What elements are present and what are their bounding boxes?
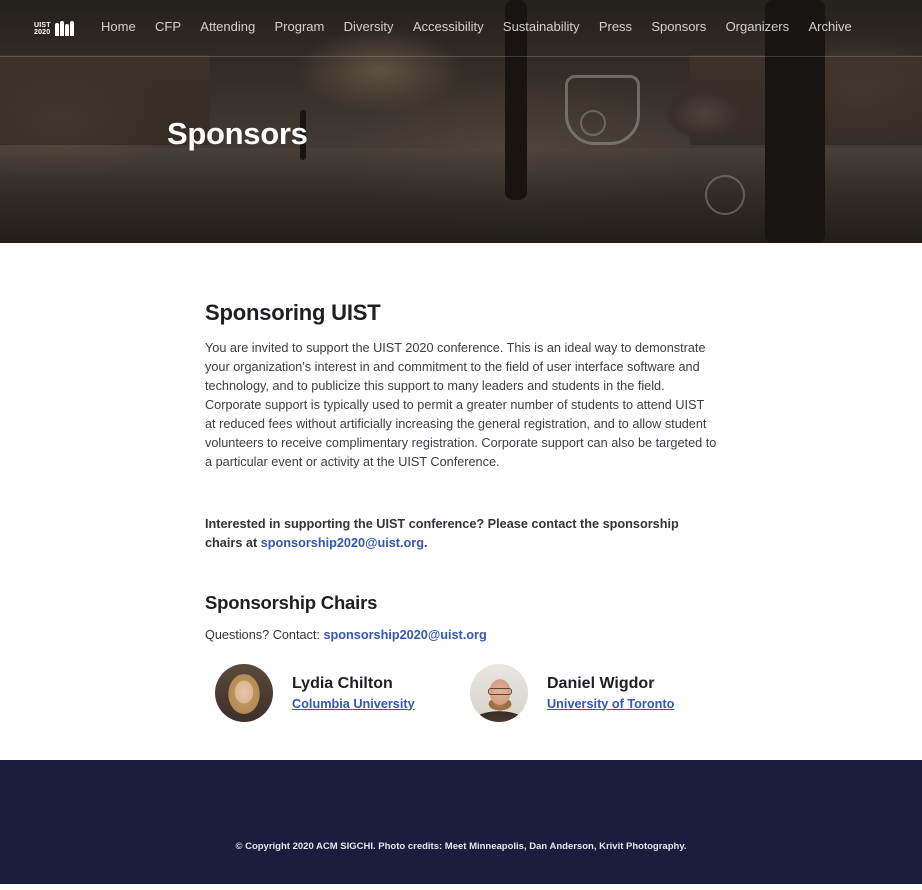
questions-email-link[interactable]: sponsorship2020@uist.org — [323, 628, 486, 642]
sponsoring-heading: Sponsoring UIST — [205, 300, 381, 325]
questions-label: Questions? Contact: — [205, 628, 324, 642]
nav-organizers[interactable]: Organizers — [726, 19, 790, 34]
nav-links: Home CFP Attending Program Diversity Acc… — [101, 19, 871, 34]
nav-press[interactable]: Press — [599, 19, 632, 34]
nav-sponsors[interactable]: Sponsors — [651, 19, 706, 34]
logo-line-1: UIST — [34, 22, 51, 29]
copyright-text: © Copyright 2020 ACM SIGCHI. Photo credi… — [235, 841, 687, 852]
chair-info: Lydia Chilton Columbia University — [292, 674, 415, 713]
nav-diversity[interactable]: Diversity — [344, 19, 394, 34]
nav-home[interactable]: Home — [101, 19, 136, 34]
nav-sustainability[interactable]: Sustainability — [503, 19, 580, 34]
uist-logo[interactable]: UIST 2020 — [34, 21, 74, 36]
sponsorship-contact-text: Interested in supporting the UIST confer… — [205, 515, 717, 553]
page-title: Sponsors — [167, 116, 308, 151]
avatar — [215, 664, 273, 722]
logo-figures-icon — [54, 21, 74, 36]
intro-paragraph: You are invited to support the UIST 2020… — [205, 341, 717, 470]
nav-cfp[interactable]: CFP — [155, 19, 181, 34]
chair-card: Lydia Chilton Columbia University — [215, 664, 415, 722]
chair-card: Daniel Wigdor University of Toronto — [470, 664, 674, 722]
chair-name: Lydia Chilton — [292, 674, 393, 692]
chairs-heading: Sponsorship Chairs — [205, 592, 378, 613]
nav-program[interactable]: Program — [275, 19, 325, 34]
top-navigation: UIST 2020 Home CFP Attending Program Div… — [0, 0, 922, 57]
chair-name: Daniel Wigdor — [547, 674, 655, 692]
questions-text: Questions? Contact: sponsorship2020@uist… — [205, 628, 487, 642]
sponsorship-email-link[interactable]: sponsorship2020@uist.org — [261, 536, 424, 550]
chair-affiliation-link[interactable]: Columbia University — [292, 696, 415, 713]
logo-line-2: 2020 — [34, 29, 51, 36]
glasses-detail — [488, 688, 512, 695]
nav-attending[interactable]: Attending — [200, 19, 255, 34]
contact-suffix: . — [423, 536, 428, 550]
nav-accessibility[interactable]: Accessibility — [413, 19, 484, 34]
chair-affiliation-link[interactable]: University of Toronto — [547, 696, 674, 713]
logo-wordmark: UIST 2020 — [34, 22, 51, 36]
avatar — [470, 664, 528, 722]
chair-info: Daniel Wigdor University of Toronto — [547, 674, 674, 713]
site-footer: © Copyright 2020 ACM SIGCHI. Photo credi… — [0, 760, 922, 884]
hero-banner: UIST 2020 Home CFP Attending Program Div… — [0, 0, 922, 243]
nav-archive[interactable]: Archive — [808, 19, 851, 34]
